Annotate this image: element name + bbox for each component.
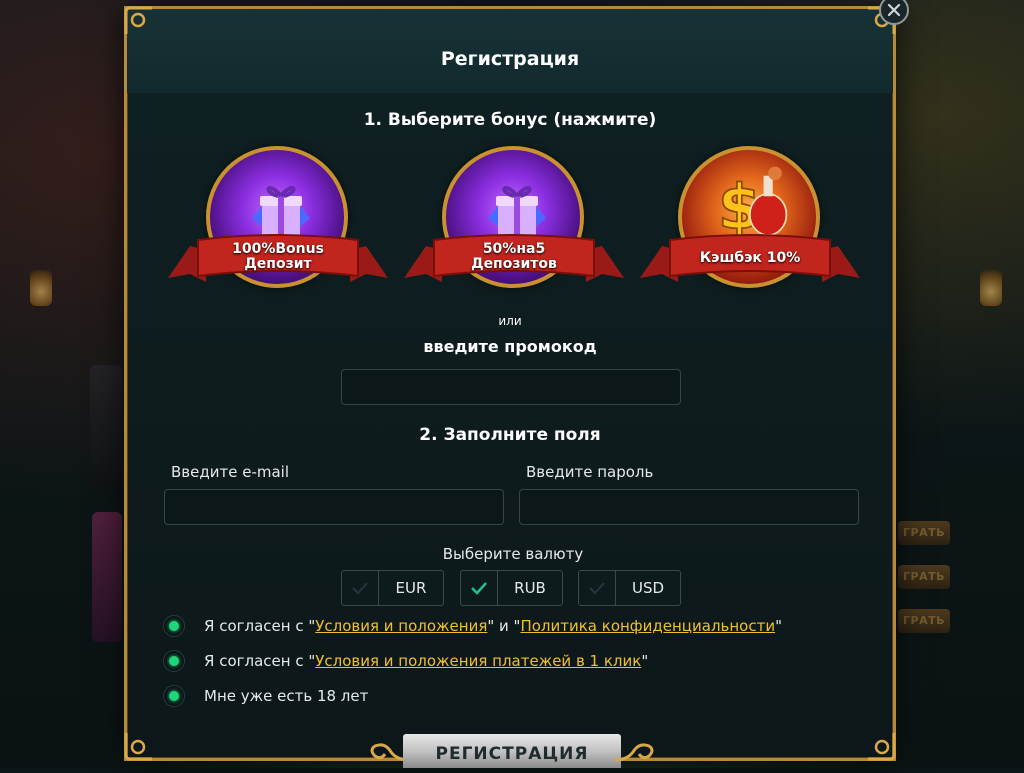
currency-option-usd[interactable]: USD [578, 570, 681, 606]
currency-option-rub[interactable]: RUB [460, 570, 563, 606]
registration-modal: Регистрация 1. Выберите бонус (нажмите) … [124, 6, 896, 761]
bonus-label: 100%Bonus Депозит [208, 242, 348, 272]
agreement-checkbox[interactable] [163, 650, 185, 672]
step1-title: 1. Выберите бонус (нажмите) [363, 110, 657, 130]
background-play-button: ГРАТЬ [898, 565, 950, 589]
privacy-policy-link[interactable]: Политика конфиденциальности [520, 617, 775, 635]
promo-code-label: введите промокод [423, 337, 597, 356]
corner-ornament [864, 729, 898, 763]
background-game-tile [92, 512, 122, 642]
bonus-label-line2: Депозитов [471, 256, 557, 272]
background-game-tile [90, 365, 122, 495]
currency-checkbox [579, 571, 616, 605]
agreement-suffix: " [775, 617, 782, 635]
password-input[interactable] [519, 489, 859, 525]
agreement-text: Мне уже есть 18 лет [204, 687, 369, 705]
submit-area: РЕГИСТРАЦИЯ [367, 732, 657, 768]
corner-ornament [122, 4, 156, 38]
agreement-prefix: Я согласен с " [204, 617, 316, 635]
email-input[interactable] [164, 489, 504, 525]
bonus-option-50-five-deposits[interactable]: 50%на5 Депозитов [404, 146, 624, 296]
agreement-text: Я согласен с "Условия и положения платеж… [204, 652, 648, 670]
currency-option-eur[interactable]: EUR [341, 570, 444, 606]
check-icon [471, 582, 487, 595]
agreement-checkbox[interactable] [163, 685, 185, 707]
bonus-label: Кэшбэк 10% [680, 251, 820, 266]
check-icon [589, 582, 605, 595]
bonus-label-line1: Кэшбэк 10% [699, 250, 801, 266]
currency-checkbox [342, 571, 379, 605]
scroll-ornament-icon [614, 743, 654, 762]
payment-terms-link[interactable]: Условия и положения платежей в 1 клик [315, 652, 641, 670]
bonus-option-100-deposit[interactable]: 100%Bonus Депозит [168, 146, 388, 296]
step2-title: 2. Заполните поля [419, 425, 601, 445]
currency-code: RUB [514, 579, 546, 597]
check-icon [352, 582, 368, 595]
background-play-button: ГРАТЬ [898, 609, 950, 633]
password-label: Введите пароль [526, 463, 654, 481]
bonus-label: 50%на5 Депозитов [444, 242, 584, 272]
close-icon [887, 3, 901, 17]
currency-code: USD [631, 579, 665, 597]
promo-code-input[interactable] [341, 369, 681, 405]
terms-link[interactable]: Условия и положения [315, 617, 487, 635]
currency-code: EUR [395, 579, 427, 597]
lamp-decoration [980, 270, 1002, 306]
bonus-option-cashback[interactable]: $ Кэшбэк 10% [640, 146, 860, 296]
bonus-label-line1: 100%Bonus [232, 241, 324, 257]
agreement-suffix: " [641, 652, 649, 670]
background-play-button: ГРАТЬ [898, 521, 950, 545]
agreement-mid: " и " [487, 617, 521, 635]
or-text: или [498, 314, 522, 328]
corner-ornament [122, 729, 156, 763]
agreement-prefix: Я согласен с " [204, 652, 316, 670]
email-label: Введите e-mail [171, 463, 289, 481]
currency-checkbox [461, 571, 498, 605]
bonus-label-line2: Депозит [244, 256, 312, 272]
lamp-decoration [30, 270, 52, 306]
currency-label: Выберите валюту [442, 545, 584, 563]
bonus-label-line1: 50%на5 [482, 241, 546, 257]
modal-title: Регистрация [440, 48, 580, 70]
agreement-text: Я согласен с "Условия и положения" и "По… [204, 617, 782, 635]
register-button[interactable]: РЕГИСТРАЦИЯ [403, 734, 621, 768]
agreement-checkbox[interactable] [163, 615, 185, 637]
